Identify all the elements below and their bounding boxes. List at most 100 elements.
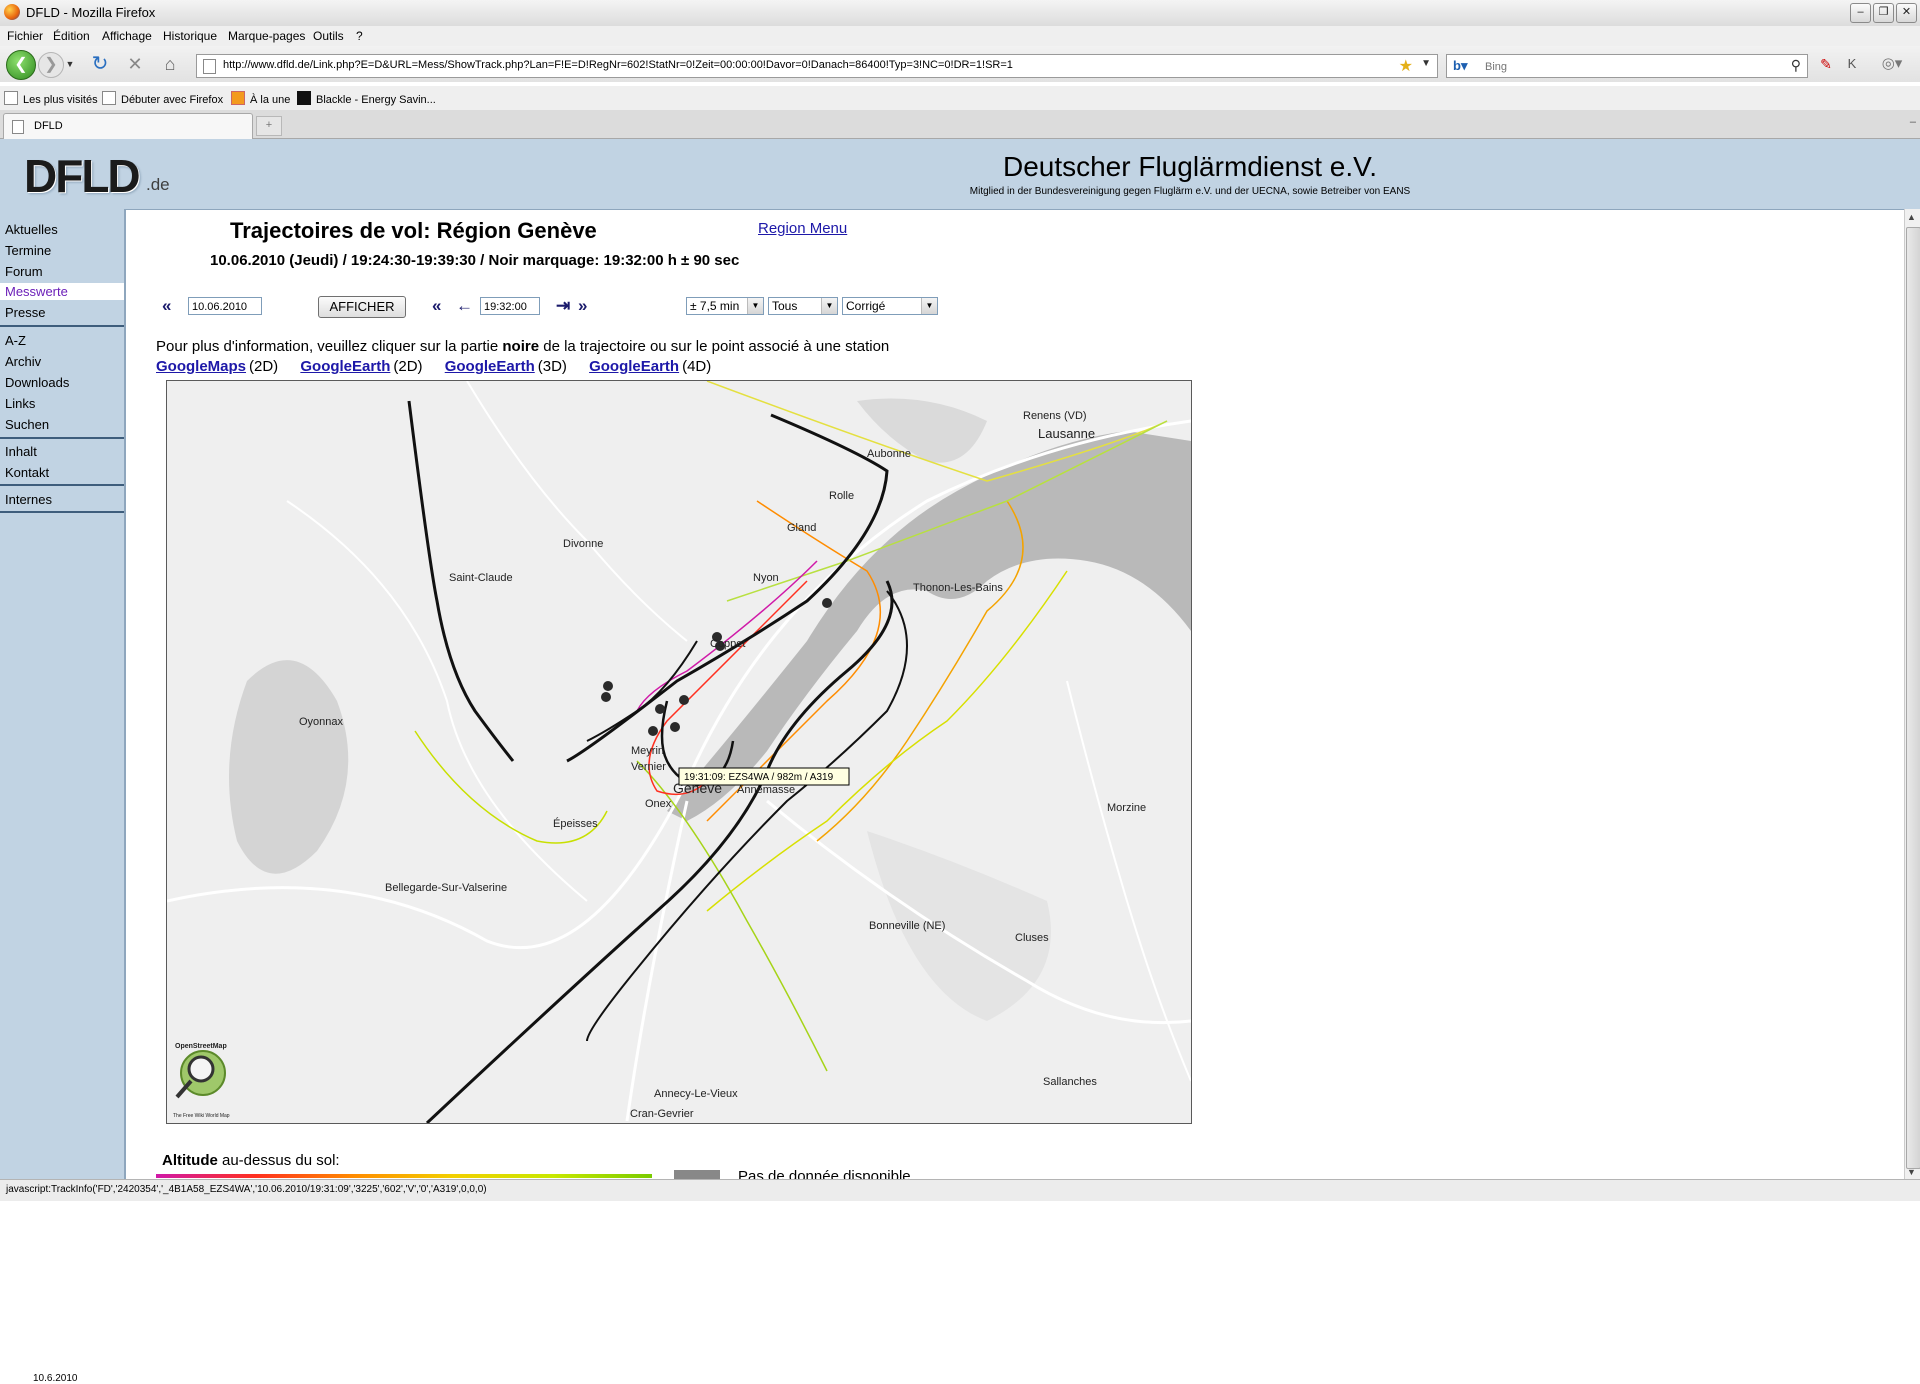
search-bar[interactable]: b▾ ⚲	[1446, 54, 1808, 78]
sidebar-divider	[0, 437, 124, 439]
date-input[interactable]: 10.06.2010	[188, 297, 262, 315]
map-links: GoogleMaps (2D) GoogleEarth (2D) GoogleEar…	[156, 358, 712, 375]
search-engine-icon[interactable]: b▾	[1453, 58, 1467, 74]
googlemaps-2d-link[interactable]: GoogleMaps	[156, 358, 246, 375]
place-gland: Gland	[787, 522, 816, 534]
menu-outils[interactable]: Outils	[313, 29, 344, 43]
site-subtitle: Mitglied in der Bundesvereinigung gegen …	[969, 186, 1411, 197]
range-select[interactable]: ± 7,5 min ▼	[686, 297, 764, 315]
search-icon[interactable]: ⚲	[1791, 57, 1801, 74]
bookmark-item[interactable]: Débuter avec Firefox	[102, 91, 223, 106]
forward-button[interactable]: ❯	[38, 52, 64, 78]
sidebar-item-internes[interactable]: Internes	[5, 492, 52, 507]
navigation-toolbar: ❮ ❯ ▼ ↻ ✕ ⌂ http://www.dfld.de/Link.php?…	[0, 46, 1920, 82]
sidebar-item-downloads[interactable]: Downloads	[5, 375, 69, 390]
home-icon[interactable]: ⌂	[158, 52, 182, 76]
station-point[interactable]	[648, 726, 658, 736]
scroll-up-icon[interactable]: ▲	[1907, 212, 1916, 222]
tab-dfld[interactable]: DFLD	[3, 113, 253, 139]
rss-icon	[231, 91, 245, 105]
sidebar-item-suchen[interactable]: Suchen	[5, 417, 49, 432]
googleearth-4d-link[interactable]: GoogleEarth	[589, 358, 679, 375]
url-bar[interactable]: http://www.dfld.de/Link.php?E=D&URL=Mess…	[196, 54, 1438, 78]
time-input[interactable]: 19:32:00	[480, 297, 540, 315]
addon-k-icon[interactable]: K	[1840, 52, 1864, 76]
bookmark-item[interactable]: À la une	[231, 91, 290, 106]
osm-magnifier-icon	[187, 1055, 215, 1083]
menu-fichier[interactable]: Fichier	[7, 29, 43, 43]
googleearth-3d-link[interactable]: GoogleEarth	[445, 358, 535, 375]
prev-day-icon[interactable]: «	[162, 296, 171, 316]
station-point[interactable]	[670, 722, 680, 732]
station-point[interactable]	[679, 695, 689, 705]
minimize-button[interactable]: –	[1850, 3, 1871, 23]
place-cran-gevrier: Cran-Gevrier	[630, 1108, 694, 1120]
sidebar-item-links[interactable]: Links	[5, 396, 35, 411]
bookmark-item[interactable]: Blackle - Energy Savin...	[297, 91, 436, 106]
station-point[interactable]	[603, 681, 613, 691]
corrige-select[interactable]: Corrigé ▼	[842, 297, 938, 315]
site-title: Deutscher Fluglärmdienst e.V.	[1002, 151, 1378, 182]
url-dropdown-icon[interactable]: ▼	[1421, 58, 1431, 69]
station-point[interactable]	[655, 704, 665, 714]
sidebar: Aktuelles Termine Forum Messwerte Presse…	[0, 209, 126, 1384]
history-dropdown-icon[interactable]: ▼	[64, 52, 76, 76]
chevron-down-icon: ▼	[921, 298, 937, 314]
station-point[interactable]	[822, 598, 832, 608]
next-range-icon[interactable]: »	[578, 296, 587, 316]
url-text[interactable]: http://www.dfld.de/Link.php?E=D&URL=Mess…	[223, 59, 1013, 71]
sidebar-item-presse[interactable]: Presse	[5, 305, 45, 320]
prev-range-icon[interactable]: «	[432, 296, 441, 316]
sidebar-item-a-z[interactable]: A-Z	[5, 333, 26, 348]
map-canvas[interactable]: Lausanne Renens (VD) Aubonne Rolle Gland…	[167, 381, 1191, 1123]
page-subtitle: 10.06.2010 (Jeudi) / 19:24:30-19:39:30 /…	[210, 252, 740, 269]
status-bar: javascript:TrackInfo('FD','2420354','_4B…	[0, 1179, 1920, 1201]
blackle-icon	[297, 91, 311, 105]
site-logo[interactable]: DFLD	[24, 149, 141, 203]
new-tab-button[interactable]: +	[256, 116, 282, 136]
bookmark-item[interactable]: Les plus visités	[4, 91, 98, 106]
place-sallanches: Sallanches	[1043, 1076, 1097, 1088]
menu-historique[interactable]: Historique	[163, 29, 217, 43]
tab-list-icon[interactable]: –	[1910, 116, 1916, 128]
sidebar-item-messwerte[interactable]: Messwerte	[5, 284, 68, 299]
menu-help[interactable]: ?	[356, 29, 363, 43]
site-logo-suffix: .de	[146, 175, 170, 194]
place-divonne: Divonne	[563, 538, 603, 550]
search-input[interactable]	[1483, 58, 1777, 75]
sidebar-item-archiv[interactable]: Archiv	[5, 354, 41, 369]
sidebar-item-forum[interactable]: Forum	[5, 264, 43, 279]
bookmark-star-icon[interactable]: ★	[1399, 56, 1413, 76]
sidebar-item-inhalt[interactable]: Inhalt	[5, 444, 37, 459]
back-button[interactable]: ❮	[6, 50, 36, 80]
stop-icon[interactable]: ✕	[123, 52, 147, 76]
reload-icon[interactable]: ↻	[88, 52, 112, 76]
menu-bar: Fichier Édition Affichage Historique Mar…	[0, 26, 1920, 46]
altitude-legend-label: Altitude au-dessus du sol:	[162, 1152, 340, 1169]
addon-icon[interactable]: ✎	[1814, 52, 1838, 76]
scrollbar-thumb[interactable]	[1906, 227, 1920, 1169]
tous-select[interactable]: Tous ▼	[768, 297, 838, 315]
maximize-button[interactable]: ❐	[1873, 3, 1894, 23]
scroll-down-icon[interactable]: ▼	[1907, 1167, 1916, 1177]
sidebar-item-kontakt[interactable]: Kontakt	[5, 465, 49, 480]
addon-menu-icon[interactable]: ◎▾	[1880, 52, 1904, 76]
googleearth-2d-link[interactable]: GoogleEarth	[300, 358, 390, 375]
close-button[interactable]: ✕	[1896, 3, 1917, 23]
menu-edition[interactable]: Édition	[53, 29, 90, 43]
menu-marque-pages[interactable]: Marque-pages	[228, 29, 305, 43]
afficher-button[interactable]: AFFICHER	[318, 296, 406, 318]
firefox-icon	[4, 4, 20, 20]
menu-affichage[interactable]: Affichage	[102, 29, 152, 43]
next-step-icon[interactable]: ⇥	[556, 296, 570, 316]
page-scrollbar[interactable]: ▲ ▼	[1904, 209, 1920, 1179]
station-point[interactable]	[601, 692, 611, 702]
sidebar-item-aktuelles[interactable]: Aktuelles	[5, 222, 58, 237]
prev-step-icon[interactable]: ←	[456, 296, 473, 316]
flight-track-map[interactable]: Lausanne Renens (VD) Aubonne Rolle Gland…	[166, 380, 1192, 1124]
sidebar-item-termine[interactable]: Termine	[5, 243, 51, 258]
region-menu-link[interactable]: Region Menu	[758, 220, 847, 237]
place-onex: Onex	[645, 798, 672, 810]
sidebar-divider	[0, 484, 124, 486]
place-rolle: Rolle	[829, 490, 854, 502]
